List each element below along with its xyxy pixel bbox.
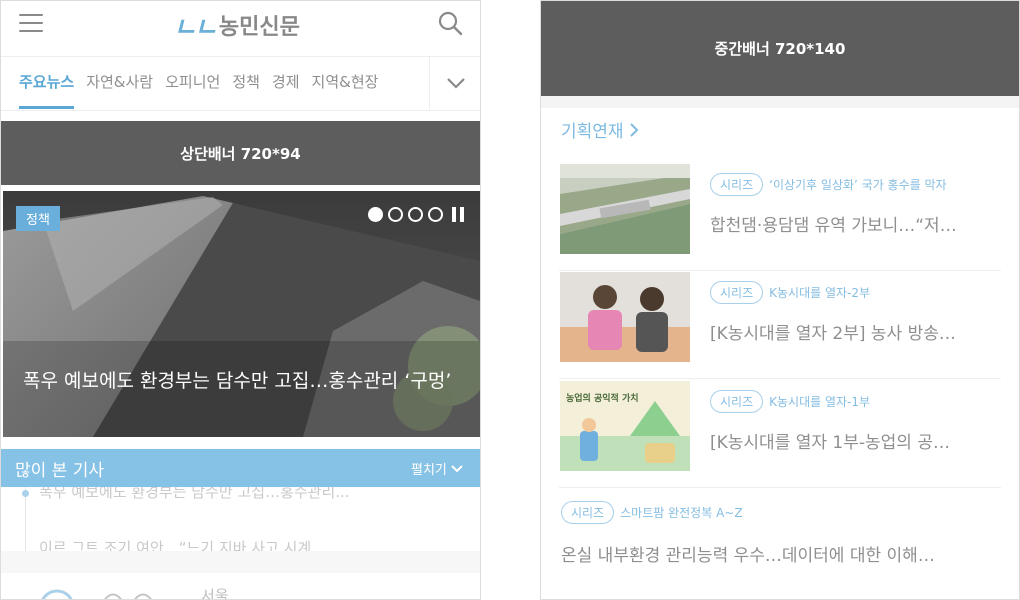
most-read-list: 폭우 예보에도 환경부는 담수만 고집…홍수관리... 이르 그트 조기 여안…… [1,487,480,551]
series-badge: 시리즈 [710,390,764,413]
list-item[interactable]: 이르 그트 조기 여안…“느기 지바 사고 시계... [39,537,459,551]
tab-nature-people[interactable]: 자연&사람 [86,57,153,107]
section-divider [541,96,1019,108]
series-title[interactable]: 합천댐·용담댐 유역 가보니…“저… [710,211,995,236]
series-title[interactable]: [K농시대를 열자 1부-농업의 공… [710,428,995,453]
chevron-down-icon [451,464,463,472]
slide-indicator [368,207,464,222]
category-tabs: 주요뉴스 자연&사람 오피니언 정책 경제 지역&현장 [19,57,425,111]
hamburger-menu-icon[interactable] [19,14,43,34]
temperature-digits [104,593,152,599]
hero-category-tag[interactable]: 정책 [16,206,60,231]
thumbnail-two-people [560,272,690,362]
weather-widget: 서울 [1,573,480,600]
timeline-dot [22,490,29,497]
top-banner[interactable]: 상단배너 720*94 [1,121,480,185]
series-badge: 시리즈 [710,281,764,304]
series-subtitle: ‘이상기후 일상화’ 국가 홍수를 막자 [769,178,947,192]
weather-city: 서울 [201,587,229,600]
series-item[interactable]: 시리즈 ‘이상기후 일상화’ 국가 홍수를 막자 합천댐·용담댐 유역 가보니…… [559,163,1001,271]
slide-dot-3[interactable] [408,207,423,222]
series-subtitle: K농시대를 열자-2부 [769,286,871,300]
most-read-header: 많이 본 기사 펼치기 [1,449,480,487]
series-subtitle: K농시대를 열자-1부 [769,395,871,409]
mobile-main-page: ㄴㄴ 농민신문 주요뉴스 자연&사람 오피니언 정책 경제 지역&현장 상단배너 720*… [0,0,481,600]
slide-dot-2[interactable] [388,207,403,222]
logo-text: 농민신문 [218,15,300,40]
thumbnail-caption: 농업의 공익적 가치 [566,394,639,404]
tab-main-news[interactable]: 주요뉴스 [19,59,75,109]
site-logo[interactable]: ㄴㄴ 농민신문 [173,10,300,43]
slide-dot-4[interactable] [428,207,443,222]
expand-label: 펼치기 [411,463,447,478]
series-badge: 시리즈 [710,173,764,196]
series-heading[interactable]: 기획연재 [561,117,639,142]
series-item[interactable]: 시리즈 스마트팜 완전정복 A~Z 온실 내부환경 관리능력 우수…데이터에 대… [559,497,1001,577]
logo-mark: ㄴㄴ [173,12,218,43]
pause-icon[interactable] [452,207,464,222]
list-item[interactable]: 폭우 예보에도 환경부는 담수만 고집…홍수관리... [39,487,459,502]
weather-icon [41,589,73,599]
series-item[interactable]: 시리즈 K농시대를 열자-2부 [K농시대를 열자 2부] 농사 방송… [559,271,1001,379]
nav-expand-button[interactable] [429,57,480,111]
hero-headline[interactable]: 폭우 예보에도 환경부는 담수만 고집…홍수관리 ‘구멍’ [23,367,463,396]
series-heading-label: 기획연재 [561,122,624,142]
expand-button[interactable]: 펼치기 [411,459,463,478]
category-nav: 주요뉴스 자연&사람 오피니언 정책 경제 지역&현장 [1,57,480,111]
slide-dot-1[interactable] [368,207,383,222]
series-item[interactable]: 농업의 공익적 가치 시리즈 K농시대를 열자-1부 [K농시대를 열자 1부-… [559,380,1001,488]
tab-economy[interactable]: 경제 [272,57,300,107]
thumbnail-dam-aerial [560,164,690,254]
series-title[interactable]: 온실 내부환경 관리능력 우수…데이터에 대한 이해… [561,541,1001,566]
series-badge: 시리즈 [561,501,615,524]
search-icon[interactable] [437,10,463,36]
chevron-right-icon [629,122,638,137]
tab-region[interactable]: 지역&현장 [312,57,379,107]
hero-image [3,191,480,437]
thumbnail-illustration: 농업의 공익적 가치 [560,381,690,471]
most-read-title: 많이 본 기사 [15,461,105,481]
series-subtitle: 스마트팜 완전정복 A~Z [620,506,743,520]
section-divider [1,551,480,573]
mobile-sub-page: 중간배너 720*140 기획연재 시리즈 ‘이상기후 일상화’ 국가 홍수를 … [540,0,1020,600]
tab-policy[interactable]: 정책 [232,57,260,107]
tab-opinion[interactable]: 오피니언 [165,57,220,107]
site-header: ㄴㄴ 농민신문 [1,1,480,57]
series-title[interactable]: [K농시대를 열자 2부] 농사 방송… [710,319,995,344]
chevron-down-icon [447,78,465,89]
hero-slider[interactable]: 정책 폭우 예보에도 환경부는 담수만 고집…홍수관리 ‘구멍’ [3,191,480,437]
middle-banner[interactable]: 중간배너 720*140 [541,1,1019,96]
